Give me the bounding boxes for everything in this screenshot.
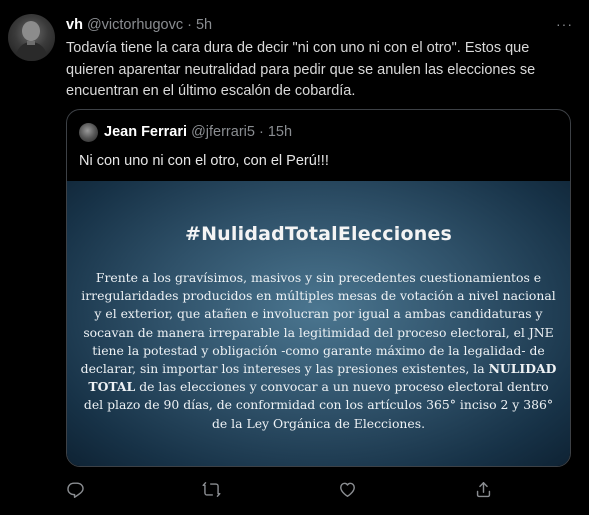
timestamp[interactable]: 5h (196, 17, 212, 33)
quoted-tweet[interactable]: Jean Ferrari @jferrari5 · 15h Ni con uno… (66, 109, 571, 467)
author-handle[interactable]: @victorhugovc (87, 17, 183, 33)
reply-icon (66, 481, 84, 498)
tweet[interactable]: vh @victorhugovc · 5h ··· Todavía tiene … (0, 0, 589, 515)
action-bar (0, 476, 589, 504)
retweet-button[interactable] (198, 476, 224, 502)
quoted-avatar[interactable] (79, 123, 98, 142)
quoted-author-handle: @jferrari5 (191, 124, 255, 140)
heart-icon (339, 482, 355, 497)
quoted-separator-dot: · (258, 124, 264, 140)
quoted-timestamp: 15h (267, 124, 293, 140)
quoted-header: Jean Ferrari @jferrari5 · 15h (104, 122, 292, 142)
avatar-photo (14, 21, 49, 61)
image-paragraph-after: de las elecciones y convocar a un nuevo … (83, 379, 554, 431)
image-paragraph-before: Frente a los gravísimos, masivos y sin p… (80, 270, 556, 377)
reply-button[interactable] (62, 476, 88, 502)
separator-dot: · (187, 17, 192, 33)
tweet-text: Todavía tiene la cara dura de decir "ni … (66, 40, 536, 99)
share-button[interactable] (470, 476, 496, 502)
image-paragraph: Frente a los gravísimos, masivos y sin p… (77, 269, 560, 433)
tweet-header: vh @victorhugovc · 5h (66, 15, 212, 35)
share-icon (476, 481, 490, 497)
image-title: #NulidadTotalElecciones (184, 223, 453, 245)
quoted-author-name: Jean Ferrari (104, 124, 188, 140)
quoted-image[interactable]: #NulidadTotalElecciones Frente a los gra… (67, 181, 570, 466)
more-options-icon[interactable]: ··· (556, 16, 573, 32)
like-button[interactable] (334, 476, 360, 502)
retweet-icon (201, 481, 221, 497)
author-name[interactable]: vh (66, 17, 83, 33)
quoted-text: Ni con uno ni con el otro, con el Perú!!… (79, 153, 329, 169)
avatar[interactable] (8, 14, 55, 61)
